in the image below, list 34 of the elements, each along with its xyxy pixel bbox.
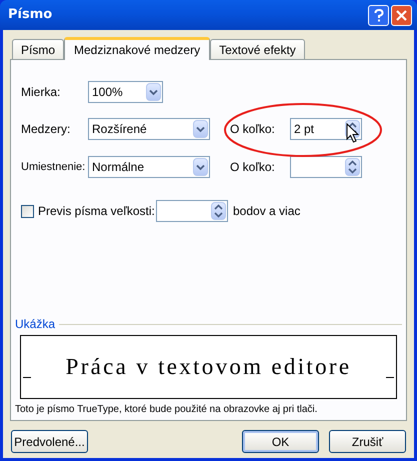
spacing-amount-spinner[interactable]: 2 pt (290, 118, 362, 140)
window-title: Písmo (8, 6, 52, 24)
dialog-button[interactable]: Zrušiť (329, 430, 406, 453)
close-icon (396, 10, 407, 20)
cursor-icon (346, 123, 360, 143)
spacing-label: Medzery: (21, 121, 72, 138)
dialog-button[interactable]: OK (242, 430, 319, 453)
preview-text: Práca v textovom editore (66, 352, 352, 381)
kerning-label: Previs písma veľkosti: (38, 203, 156, 220)
spacing-dropdown[interactable]: Rozšírené (88, 118, 210, 140)
preview-heading: Ukážka (15, 316, 56, 333)
scale-dropdown[interactable]: 100% (88, 81, 163, 103)
close-button[interactable] (391, 4, 412, 26)
dropdown-arrow-icon[interactable] (193, 158, 208, 176)
position-amount-label: O koľko: (230, 159, 276, 176)
spacing-amount-label: O koľko: (230, 121, 276, 138)
tab[interactable]: Medziznakové medzery (64, 37, 210, 60)
help-icon (374, 8, 384, 22)
spinner-arrows-icon[interactable] (345, 158, 360, 176)
dropdown-arrow-icon[interactable] (193, 120, 208, 138)
position-label: Umiestnenie: (21, 160, 86, 175)
dropdown-arrow-icon[interactable] (146, 83, 161, 101)
spinner-arrows-icon[interactable] (211, 202, 226, 220)
tab[interactable]: Písmo (12, 39, 64, 59)
position-dropdown[interactable]: Normálne (88, 156, 210, 178)
scale-label: Mierka: (21, 84, 62, 101)
kerning-checkbox[interactable] (21, 204, 34, 218)
dialog-button[interactable]: Predvolené... (11, 430, 88, 453)
tab[interactable]: Textové efekty (210, 39, 305, 59)
kerning-suffix: bodov a viac (233, 203, 300, 220)
kerning-size-spinner[interactable] (156, 200, 228, 222)
help-button[interactable] (368, 4, 389, 26)
position-amount-spinner[interactable] (290, 156, 362, 178)
preview-note: Toto je písmo TrueType, ktoré bude použité na obrazovke aj pri tlači. (15, 403, 318, 417)
